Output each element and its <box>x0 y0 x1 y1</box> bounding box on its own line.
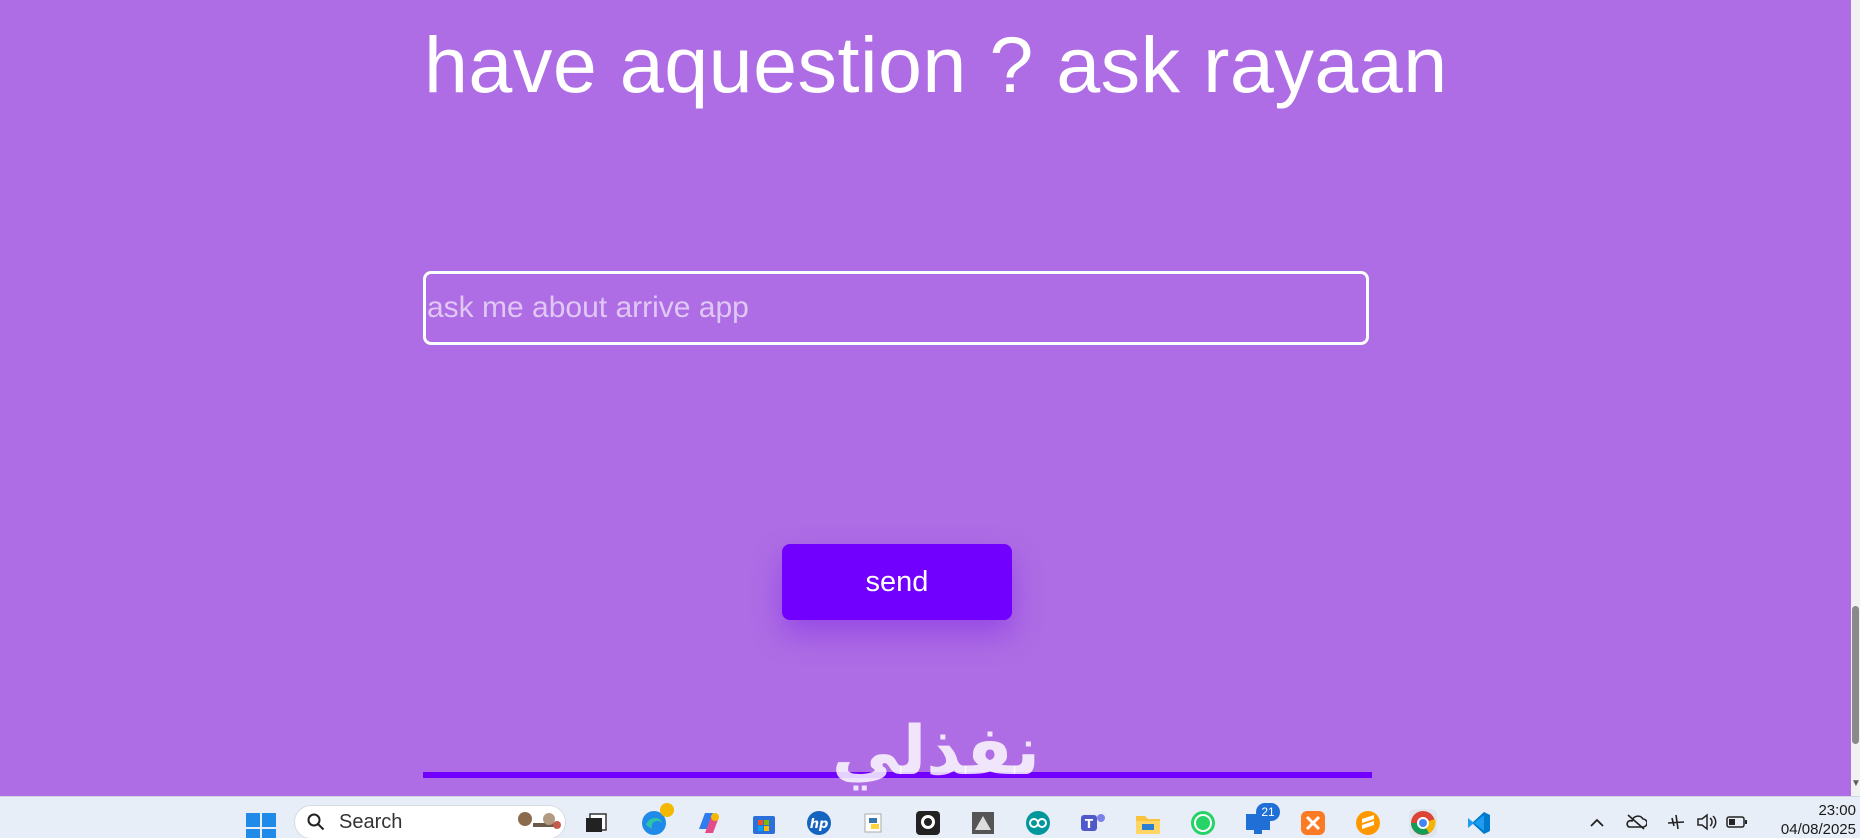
search-label: Search <box>339 811 403 833</box>
inkscape-icon[interactable] <box>969 809 997 837</box>
send-button[interactable]: send <box>782 544 1012 620</box>
scroll-down-arrow-icon[interactable]: ▼ <box>1851 778 1860 790</box>
edge-icon[interactable] <box>640 803 674 837</box>
xampp-icon[interactable] <box>1299 809 1327 837</box>
chevron-up-icon[interactable] <box>1586 811 1608 833</box>
watermark-logo: نفذلي <box>831 712 1042 791</box>
clock-date: 04/08/2025 <box>1780 821 1856 838</box>
airplane-mode-icon[interactable] <box>1665 811 1687 833</box>
copilot-icon[interactable] <box>695 809 723 837</box>
system-clock[interactable]: 23:00 04/08/2025 <box>1760 801 1856 838</box>
onedrive-offline-icon[interactable] <box>1625 811 1647 833</box>
sublime-text-icon[interactable] <box>1354 809 1382 837</box>
remote-desktop-icon[interactable]: 21 <box>1244 803 1280 837</box>
github-icon[interactable] <box>914 809 942 837</box>
svg-text:hp: hp <box>810 817 829 832</box>
start-icon[interactable] <box>246 813 276 838</box>
taskbar-search-box[interactable]: Search <box>294 805 566 838</box>
hp-icon[interactable]: hp <box>805 809 833 837</box>
windows-taskbar: Search hp T 21 23:00 04/08/2025 <box>0 796 1860 838</box>
clock-time: 23:00 <box>1818 802 1856 819</box>
arduino-icon[interactable] <box>1024 809 1052 837</box>
page-title: have aquestion ? ask rayaan <box>424 20 1448 109</box>
search-highlight-icon <box>518 812 561 829</box>
page-scrollbar[interactable]: ▼ <box>1851 0 1860 796</box>
whatsapp-icon[interactable] <box>1189 809 1217 837</box>
question-input[interactable] <box>423 271 1369 345</box>
scrollbar-thumb[interactable] <box>1852 606 1859 744</box>
battery-icon[interactable] <box>1726 811 1748 833</box>
vscode-icon[interactable] <box>1464 809 1492 837</box>
chrome-icon[interactable] <box>1409 809 1437 837</box>
search-icon <box>307 813 325 831</box>
file-explorer-icon[interactable] <box>1134 809 1162 837</box>
task-view-icon[interactable] <box>582 809 610 837</box>
python-icon[interactable] <box>860 809 888 837</box>
notification-badge: 21 <box>1256 803 1280 821</box>
volume-icon[interactable] <box>1696 811 1718 833</box>
webpage-content: have aquestion ? ask rayaan send نفذلي <box>0 0 1851 796</box>
microsoft-store-icon[interactable] <box>750 809 778 837</box>
teams-icon[interactable]: T <box>1079 809 1107 837</box>
svg-text:T: T <box>1085 817 1094 831</box>
